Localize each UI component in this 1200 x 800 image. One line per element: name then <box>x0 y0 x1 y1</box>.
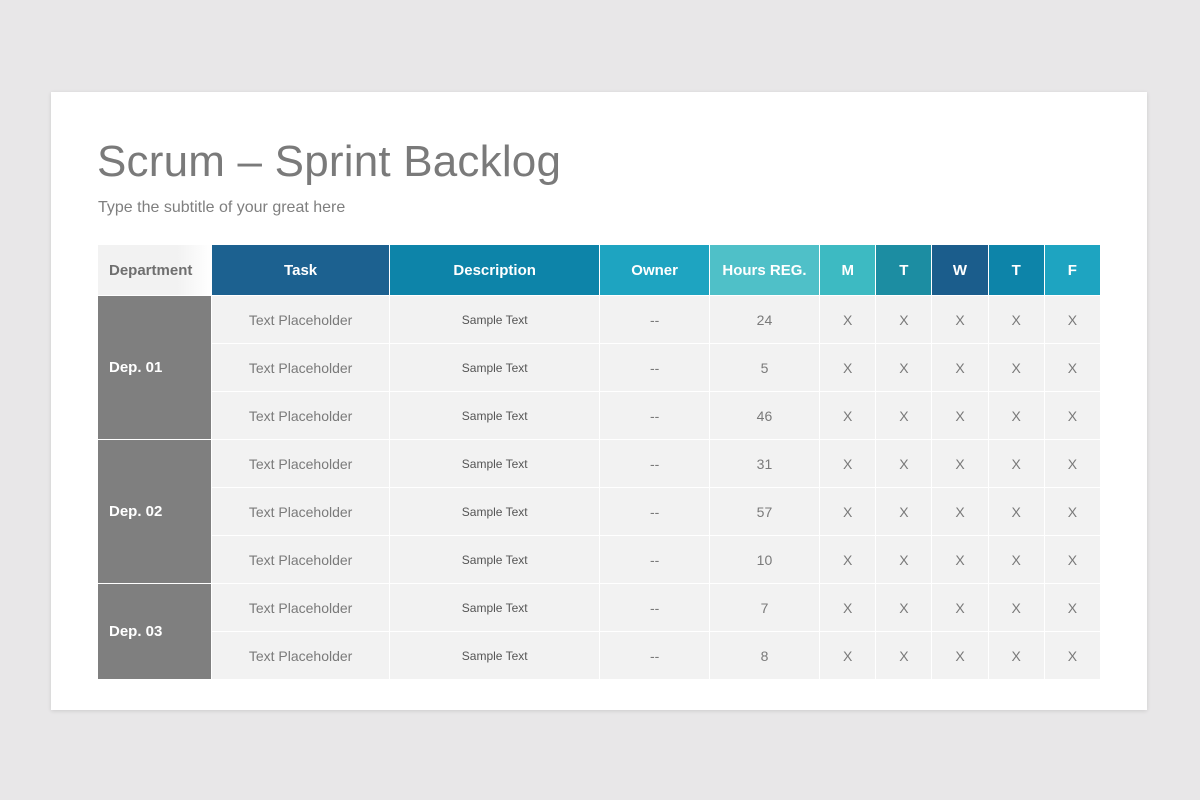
table-row: Dep. 03 Text Placeholder Sample Text -- 7 X X X… <box>98 584 1100 679</box>
hours-cell: 10 <box>709 536 820 583</box>
description-cell: Sample Text <box>389 584 600 631</box>
monday-cell: X <box>820 344 876 391</box>
thursday-cell: X <box>988 536 1044 583</box>
monday-cell: X <box>820 488 876 535</box>
department-cell: Dep. 02 <box>98 440 212 583</box>
owner-cell: -- <box>600 344 709 391</box>
table-row: Text Placeholder Sample Text -- 46 X X X X X <box>98 392 1100 439</box>
header-task: Task <box>212 245 389 295</box>
wednesday-cell: X <box>932 440 988 487</box>
task-cell: Text Placeholder <box>212 632 389 679</box>
monday-cell: X <box>820 632 876 679</box>
wednesday-cell: X <box>932 392 988 439</box>
header-thursday: T <box>988 245 1044 295</box>
owner-cell: -- <box>600 440 709 487</box>
tuesday-cell: X <box>876 584 932 631</box>
header-department: Department <box>98 245 212 295</box>
tuesday-cell: X <box>876 392 932 439</box>
description-cell: Sample Text <box>389 440 600 487</box>
monday-cell: X <box>820 440 876 487</box>
hours-cell: 8 <box>709 632 820 679</box>
table-row: Text Placeholder Sample Text -- 5 X X X X X <box>98 344 1100 391</box>
description-cell: Sample Text <box>389 632 600 679</box>
friday-cell: X <box>1044 488 1100 535</box>
tuesday-cell: X <box>876 440 932 487</box>
task-cell: Text Placeholder <box>212 392 389 439</box>
header-monday: M <box>820 245 876 295</box>
hours-cell: 24 <box>709 296 820 343</box>
wednesday-cell: X <box>932 584 988 631</box>
friday-cell: X <box>1044 344 1100 391</box>
task-cell: Text Placeholder <box>212 440 389 487</box>
table-body: Dep. 01 Text Placeholder Sample Text -- 24 X X… <box>98 296 1100 679</box>
department-cell: Dep. 03 <box>98 584 212 679</box>
monday-cell: X <box>820 536 876 583</box>
header-row: Department Task Description Owner Hours … <box>98 245 1100 295</box>
hours-cell: 5 <box>709 344 820 391</box>
owner-cell: -- <box>600 392 709 439</box>
task-cell: Text Placeholder <box>212 536 389 583</box>
tuesday-cell: X <box>876 536 932 583</box>
hours-cell: 57 <box>709 488 820 535</box>
header-wednesday: W <box>932 245 988 295</box>
table-row: Text Placeholder Sample Text -- 57 X X X X X <box>98 488 1100 535</box>
description-cell: Sample Text <box>389 536 600 583</box>
owner-cell: -- <box>600 536 709 583</box>
header-tuesday: T <box>876 245 932 295</box>
table-row: Dep. 02 Text Placeholder Sample Text -- 31 X X… <box>98 440 1100 583</box>
owner-cell: -- <box>600 584 709 631</box>
table-row: Dep. 01 Text Placeholder Sample Text -- 24 X X… <box>98 296 1100 439</box>
friday-cell: X <box>1044 296 1100 343</box>
owner-cell: -- <box>600 296 709 343</box>
sprint-backlog-table: Department Task Description Owner Hours … <box>97 244 1101 680</box>
thursday-cell: X <box>988 488 1044 535</box>
thursday-cell: X <box>988 584 1044 631</box>
description-cell: Sample Text <box>389 392 600 439</box>
wednesday-cell: X <box>932 632 988 679</box>
header-hours-reg: Hours REG. <box>709 245 820 295</box>
thursday-cell: X <box>988 296 1044 343</box>
thursday-cell: X <box>988 440 1044 487</box>
monday-cell: X <box>820 584 876 631</box>
header-owner: Owner <box>600 245 709 295</box>
page-subtitle: Type the subtitle of your great here <box>98 199 346 216</box>
task-cell: Text Placeholder <box>212 296 389 343</box>
tuesday-cell: X <box>876 296 932 343</box>
owner-cell: -- <box>600 488 709 535</box>
description-cell: Sample Text <box>389 488 600 535</box>
description-cell: Sample Text <box>389 344 600 391</box>
header-friday: F <box>1044 245 1100 295</box>
hours-cell: 31 <box>709 440 820 487</box>
hours-cell: 46 <box>709 392 820 439</box>
hours-cell: 7 <box>709 584 820 631</box>
table-row: Text Placeholder Sample Text -- 8 X X X X X <box>98 632 1100 679</box>
wednesday-cell: X <box>932 488 988 535</box>
thursday-cell: X <box>988 344 1044 391</box>
owner-cell: -- <box>600 632 709 679</box>
task-cell: Text Placeholder <box>212 344 389 391</box>
description-cell: Sample Text <box>389 296 600 343</box>
task-cell: Text Placeholder <box>212 488 389 535</box>
wednesday-cell: X <box>932 344 988 391</box>
thursday-cell: X <box>988 392 1044 439</box>
monday-cell: X <box>820 392 876 439</box>
wednesday-cell: X <box>932 536 988 583</box>
tuesday-cell: X <box>876 632 932 679</box>
page-title: Scrum – Sprint Backlog <box>97 137 562 186</box>
friday-cell: X <box>1044 536 1100 583</box>
monday-cell: X <box>820 296 876 343</box>
friday-cell: X <box>1044 392 1100 439</box>
wednesday-cell: X <box>932 296 988 343</box>
friday-cell: X <box>1044 632 1100 679</box>
tuesday-cell: X <box>876 344 932 391</box>
task-cell: Text Placeholder <box>212 584 389 631</box>
thursday-cell: X <box>988 632 1044 679</box>
tuesday-cell: X <box>876 488 932 535</box>
friday-cell: X <box>1044 440 1100 487</box>
table-row: Text Placeholder Sample Text -- 10 X X X X X <box>98 536 1100 583</box>
department-cell: Dep. 01 <box>98 296 212 439</box>
header-description: Description <box>389 245 600 295</box>
slide: Scrum – Sprint Backlog Type the subtitle… <box>51 92 1147 710</box>
friday-cell: X <box>1044 584 1100 631</box>
